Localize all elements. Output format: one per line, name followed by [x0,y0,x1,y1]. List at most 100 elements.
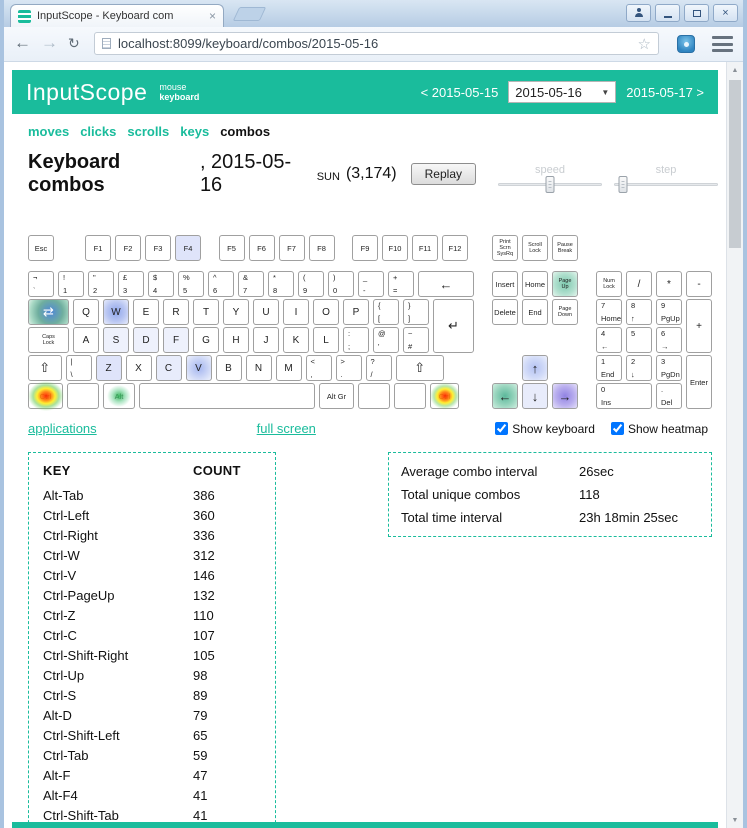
key-: - [686,271,712,297]
browser-window: InputScope - Keyboard com × × ← → ↻ loca… [0,0,747,828]
key-spacer [552,355,582,356]
stat-label: Average combo interval [401,464,579,479]
nav-scrolls[interactable]: scrolls [127,124,169,139]
fullscreen-link[interactable]: full screen [257,421,316,436]
profile-button[interactable] [626,4,651,22]
browser-titlebar: InputScope - Keyboard com × × [4,0,743,27]
key-: @' [373,327,399,353]
stat-row: Average combo interval26sec [401,460,699,483]
key-6: ^6 [208,271,234,297]
back-button[interactable]: ← [14,33,31,53]
keyboard-row: EscF1F2F3F4F5F6F7F8F9F10F11F12 [28,235,478,261]
nav-clicks[interactable]: clicks [80,124,116,139]
maximize-button[interactable] [684,4,709,22]
key-: |\ [66,355,92,381]
stat-value: 23h 18min 25sec [579,510,678,525]
table-row: Ctrl-Z110 [43,605,241,625]
date-select[interactable]: 2015-05-16 ▼ [508,81,616,103]
key-t: T [193,299,219,325]
key-f9: F9 [352,235,378,261]
key-f3: F3 [145,235,171,261]
toggle-show-keyboard-checkbox[interactable] [495,422,508,435]
key-b: B [216,355,242,381]
key-: / [626,271,652,297]
forward-button[interactable]: → [41,33,58,53]
key-page-up: PageUp [552,271,578,297]
key-g: G [193,327,219,353]
key-p: P [343,299,369,325]
toggle-show-heatmap-checkbox[interactable] [611,422,624,435]
key-arrow-down: ↓ [522,383,548,409]
combo-key: Ctrl-Shift-Left [43,725,193,745]
combo-key: Ctrl-Tab [43,745,193,765]
key-shift-left: ⇧ [28,355,62,381]
combo-key: Ctrl-Up [43,665,193,685]
close-button[interactable]: × [713,4,738,22]
refresh-button[interactable]: ↻ [68,35,80,52]
scroll-up-icon[interactable]: ▲ [727,62,743,78]
key-i: I [283,299,309,325]
nav-moves[interactable]: moves [28,124,69,139]
table-row: Ctrl-Right336 [43,525,241,545]
keyboard-row: CapsLockASDFGHJKL:;@'~# [28,327,478,353]
link-keyboard[interactable]: keyboard [159,92,199,102]
nav-combos[interactable]: combos [220,124,270,139]
scroll-down-icon[interactable]: ▼ [727,812,743,828]
key-f5: F5 [219,235,245,261]
key-pgup: 9PgUp [656,299,682,325]
minimize-button[interactable] [655,4,680,22]
key-win-right [358,383,390,409]
keyboard-row [492,327,582,353]
combo-count: 41 [193,785,241,805]
scrollbar-thumb[interactable] [729,80,741,248]
step-slider-thumb[interactable] [619,176,628,193]
new-tab-button[interactable] [233,7,267,21]
table-row: Ctrl-V146 [43,565,241,585]
key-ctrl-right: Ctrl [430,383,459,409]
link-mouse[interactable]: mouse [159,82,199,92]
key-scroll-lock: ScrollLock [522,235,548,261]
key-f6: F6 [249,235,275,261]
combo-key: Alt-Tab [43,485,193,505]
combo-key: Ctrl-S [43,685,193,705]
extension-icon[interactable] [677,35,695,53]
speed-slider[interactable] [498,183,602,186]
menu-button[interactable] [712,36,733,52]
brand: InputScope [26,79,147,106]
key-esc: Esc [28,235,54,261]
speed-slider-thumb[interactable] [546,176,555,193]
key-v: V [186,355,212,381]
combo-count: 336 [193,525,241,545]
site-header: InputScope mouse keyboard < 2015-05-15 2… [12,70,718,114]
toggle-show-keyboard[interactable]: Show keyboard [495,422,595,436]
key-: >. [336,355,362,381]
key-f10: F10 [382,235,408,261]
applications-link[interactable]: applications [28,421,97,436]
table-row: Ctrl-Left360 [43,505,241,525]
key-3: £3 [118,271,144,297]
key-del: .Del [656,383,682,409]
key-page-down: PageDown [552,299,578,325]
key-f: F [163,327,189,353]
key-x: X [126,355,152,381]
address-bar[interactable]: localhost:8099/keyboard/combos/2015-05-1… [94,32,659,55]
nav-keys[interactable]: keys [180,124,209,139]
key-spacer [492,355,522,356]
key-delete: Delete [492,299,518,325]
prev-date-link[interactable]: < 2015-05-15 [421,85,499,100]
toggle-show-heatmap[interactable]: Show heatmap [611,422,708,436]
browser-toolbar: ← → ↻ localhost:8099/keyboard/combos/201… [4,27,743,62]
next-date-link[interactable]: 2015-05-17 > [626,85,704,100]
key-pause-break: PauseBreak [552,235,578,261]
bookmark-star-icon[interactable]: ☆ [638,35,651,53]
combo-count: 105 [193,645,241,665]
step-slider[interactable] [614,183,718,186]
replay-button[interactable]: Replay [411,163,476,185]
tab-close-icon[interactable]: × [209,10,216,22]
browser-tab[interactable]: InputScope - Keyboard com × [10,4,224,27]
key-q: Q [73,299,99,325]
key-: 6→ [656,327,682,353]
key-h: H [223,327,249,353]
page-scrollbar[interactable]: ▲ ▼ [726,62,743,828]
key-k: K [283,327,309,353]
